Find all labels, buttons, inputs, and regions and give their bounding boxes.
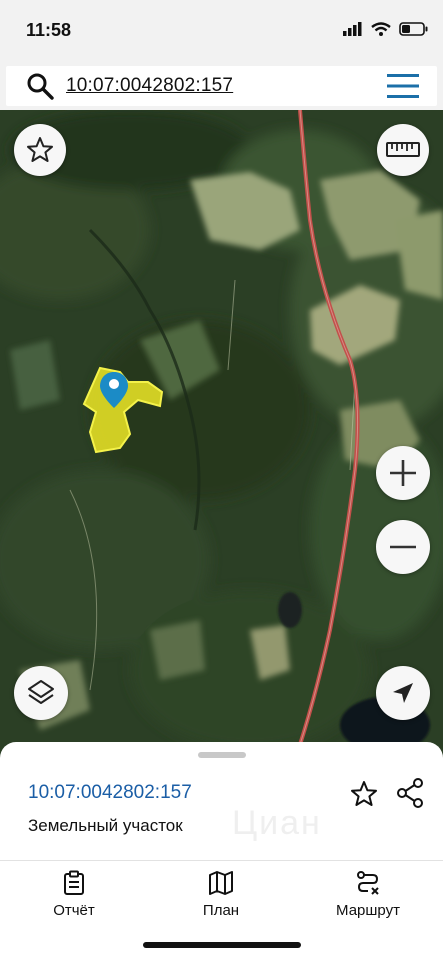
share-icon[interactable]	[396, 778, 424, 808]
sheet-divider	[0, 860, 443, 861]
zoom-out-button[interactable]	[376, 520, 430, 574]
battery-icon	[399, 22, 428, 36]
route-icon	[357, 871, 379, 895]
tab-plan[interactable]: План	[161, 870, 281, 919]
my-location-button[interactable]	[376, 666, 430, 720]
tab-report[interactable]: Отчёт	[14, 870, 134, 919]
favorite-star-icon[interactable]	[350, 780, 378, 808]
tab-report-label: Отчёт	[53, 902, 95, 919]
tab-route-label: Маршрут	[336, 902, 400, 919]
plus-icon	[390, 460, 416, 486]
navigation-arrow-icon	[393, 683, 413, 703]
watermark: Циан	[232, 804, 322, 842]
status-time: 11:58	[26, 20, 72, 40]
tab-route[interactable]: Маршрут	[308, 870, 428, 919]
layers-button[interactable]	[14, 666, 68, 720]
layers-icon	[28, 680, 54, 704]
map-plan-icon	[209, 871, 233, 895]
sheet-drag-handle[interactable]	[198, 752, 246, 758]
parcel-type: Земельный участок	[28, 816, 183, 835]
parcel-bottom-sheet[interactable]: Циан 10:07:0042802:157 Земельный участок…	[0, 742, 443, 960]
home-indicator	[143, 942, 301, 948]
satellite-imagery	[0, 110, 443, 760]
status-icons	[343, 22, 429, 36]
cellular-signal-icon	[343, 22, 362, 36]
favorite-map-button[interactable]	[14, 124, 66, 176]
satellite-map[interactable]	[0, 110, 443, 760]
wifi-icon	[371, 22, 391, 36]
search-icon[interactable]	[26, 72, 54, 100]
measure-button[interactable]	[377, 124, 429, 176]
star-icon	[27, 137, 53, 162]
report-clipboard-icon	[64, 870, 84, 895]
search-bar[interactable]: 10:07:0042802:157	[6, 66, 437, 106]
ruler-icon	[386, 142, 420, 157]
cadastral-number: 10:07:0042802:157	[28, 782, 192, 803]
hamburger-menu-icon[interactable]	[387, 74, 419, 98]
minus-icon	[390, 545, 416, 549]
search-query[interactable]: 10:07:0042802:157	[66, 75, 233, 97]
tab-plan-label: План	[202, 902, 240, 919]
status-bar: 11:58	[0, 0, 443, 62]
zoom-in-button[interactable]	[376, 446, 430, 500]
